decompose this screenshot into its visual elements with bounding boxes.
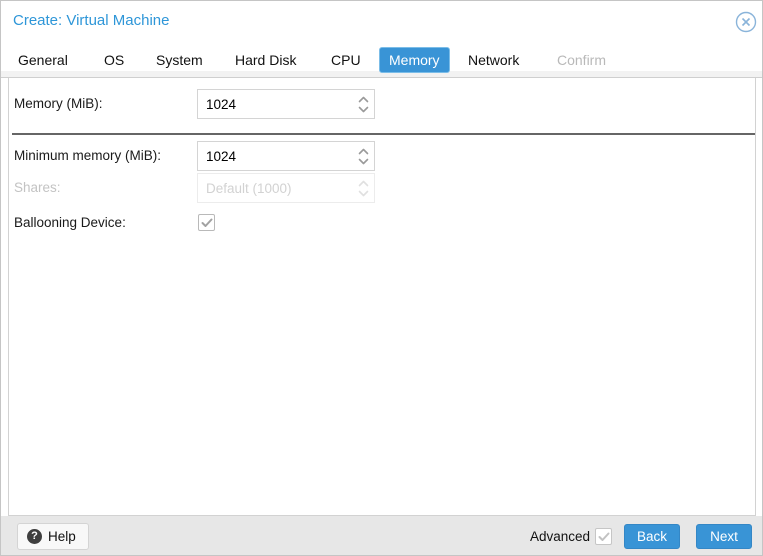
tab-cpu[interactable]: CPU (331, 47, 361, 73)
tab-general[interactable]: General (18, 47, 68, 73)
spin-down-icon (358, 190, 368, 196)
memory-input[interactable] (198, 90, 352, 118)
advanced-label: Advanced (529, 529, 590, 544)
dialog-title: Create: Virtual Machine (13, 12, 170, 29)
memory-label: Memory (MiB): (14, 96, 103, 111)
spin-down-icon[interactable] (358, 158, 369, 165)
tab-hard-disk[interactable]: Hard Disk (235, 47, 296, 73)
spin-up-icon (358, 180, 368, 186)
spin-up-icon[interactable] (358, 148, 369, 155)
spin-down-icon[interactable] (358, 106, 369, 113)
question-circle-icon: ? (27, 529, 42, 544)
tab-os[interactable]: OS (104, 47, 124, 73)
close-icon[interactable] (734, 10, 758, 34)
shares-spinner (352, 174, 374, 202)
check-icon (201, 218, 212, 227)
ballooning-checkbox[interactable] (198, 214, 215, 231)
tab-bar: General OS System Hard Disk CPU Memory N… (1, 41, 762, 78)
ballooning-label: Ballooning Device: (14, 215, 126, 230)
tab-system[interactable]: System (156, 47, 203, 73)
help-button[interactable]: ? Help (17, 523, 89, 550)
advanced-separator (12, 133, 755, 135)
min-memory-spinner[interactable] (352, 142, 374, 170)
spin-up-icon[interactable] (358, 96, 369, 103)
shares-field (197, 173, 375, 203)
tab-memory[interactable]: Memory (379, 47, 450, 73)
help-button-label: Help (48, 529, 76, 544)
min-memory-input[interactable] (198, 142, 352, 170)
min-memory-label: Minimum memory (MiB): (14, 148, 161, 163)
memory-field[interactable] (197, 89, 375, 119)
shares-label: Shares: (14, 180, 61, 195)
tab-network[interactable]: Network (468, 47, 519, 73)
tab-confirm: Confirm (557, 52, 607, 68)
footer-toolbar: ? Help Advanced Back Next (1, 516, 762, 555)
next-button[interactable]: Next (696, 524, 752, 549)
advanced-checkbox[interactable] (595, 528, 612, 545)
memory-tab-panel: Memory (MiB): Minimum memory (MiB): Shar… (8, 78, 756, 516)
back-button[interactable]: Back (624, 524, 680, 549)
shares-input (198, 174, 352, 202)
memory-spinner[interactable] (352, 90, 374, 118)
dialog-titlebar: Create: Virtual Machine (1, 1, 762, 41)
check-icon (598, 532, 609, 541)
create-vm-dialog: Create: Virtual Machine General OS Syste… (0, 0, 763, 556)
min-memory-field[interactable] (197, 141, 375, 171)
